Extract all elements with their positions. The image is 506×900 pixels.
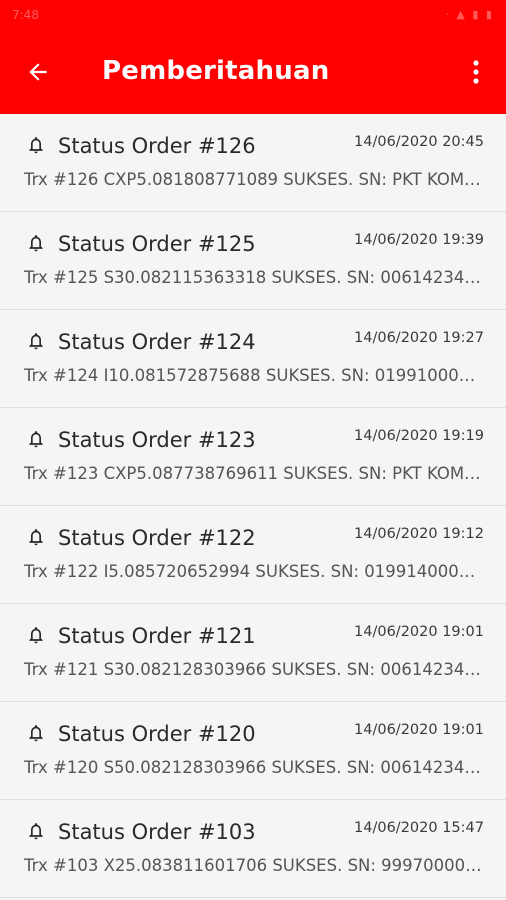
- bell-icon: [29, 823, 43, 840]
- notification-title: Status Order #126: [58, 134, 256, 158]
- notification-message: Trx #123 CXP5.087738769611 SUKSES. SN: P…: [24, 464, 484, 483]
- bell-icon: [29, 627, 43, 644]
- notification-time: 14/06/2020 19:39: [354, 232, 484, 248]
- status-bar-indicators: · ▲ ▮ ▮: [445, 8, 494, 21]
- notification-title: Status Order #125: [58, 232, 256, 256]
- notification-message: Trx #121 S30.082128303966 SUKSES. SN: 00…: [24, 660, 484, 679]
- notification-title: Status Order #120: [58, 722, 256, 746]
- notification-list: Status Order #126 14/06/2020 20:45 Trx #…: [0, 114, 506, 898]
- notification-item[interactable]: Status Order #125 14/06/2020 19:39 Trx #…: [0, 212, 506, 310]
- bell-icon: [29, 529, 43, 546]
- notification-message: Trx #120 S50.082128303966 SUKSES. SN: 00…: [24, 758, 484, 777]
- notification-message: Trx #124 I10.081572875688 SUKSES. SN: 01…: [24, 366, 484, 385]
- notification-item[interactable]: Status Order #121 14/06/2020 19:01 Trx #…: [0, 604, 506, 702]
- notification-item[interactable]: Status Order #126 14/06/2020 20:45 Trx #…: [0, 114, 506, 212]
- notification-item[interactable]: Status Order #123 14/06/2020 19:19 Trx #…: [0, 408, 506, 506]
- arrow-back-icon: [29, 63, 47, 81]
- bell-icon: [29, 431, 43, 448]
- notification-title: Status Order #122: [58, 526, 256, 550]
- notification-message: Trx #103 X25.083811601706 SUKSES. SN: 99…: [24, 856, 484, 875]
- notification-item[interactable]: Status Order #103 14/06/2020 15:47 Trx #…: [0, 800, 506, 898]
- overflow-menu-button[interactable]: [464, 52, 488, 92]
- notification-item[interactable]: Status Order #124 14/06/2020 19:27 Trx #…: [0, 310, 506, 408]
- notification-title: Status Order #124: [58, 330, 256, 354]
- status-bar: 7:48 · ▲ ▮ ▮: [0, 0, 506, 30]
- notification-time: 14/06/2020 15:47: [354, 820, 484, 836]
- notification-item[interactable]: Status Order #120 14/06/2020 19:01 Trx #…: [0, 702, 506, 800]
- more-vert-icon: [473, 60, 479, 84]
- notification-message: Trx #122 I5.085720652994 SUKSES. SN: 019…: [24, 562, 484, 581]
- notification-message: Trx #126 CXP5.081808771089 SUKSES. SN: P…: [24, 170, 484, 189]
- bell-icon: [29, 725, 43, 742]
- notification-time: 14/06/2020 19:12: [354, 526, 484, 542]
- status-bar-time: 7:48: [12, 8, 39, 22]
- notification-time: 14/06/2020 19:19: [354, 428, 484, 444]
- notification-time: 14/06/2020 19:01: [354, 722, 484, 738]
- notification-time: 14/06/2020 20:45: [354, 134, 484, 150]
- page-title: Pemberitahuan: [102, 56, 330, 86]
- notification-title: Status Order #121: [58, 624, 256, 648]
- bell-icon: [29, 235, 43, 252]
- notification-title: Status Order #123: [58, 428, 256, 452]
- notification-time: 14/06/2020 19:27: [354, 330, 484, 346]
- back-button[interactable]: [18, 52, 58, 92]
- notification-title: Status Order #103: [58, 820, 256, 844]
- app-bar: Pemberitahuan: [0, 30, 506, 114]
- bell-icon: [29, 333, 43, 350]
- bell-icon: [29, 137, 43, 154]
- notification-message: Trx #125 S30.082115363318 SUKSES. SN: 00…: [24, 268, 484, 287]
- notification-item[interactable]: Status Order #122 14/06/2020 19:12 Trx #…: [0, 506, 506, 604]
- notification-time: 14/06/2020 19:01: [354, 624, 484, 640]
